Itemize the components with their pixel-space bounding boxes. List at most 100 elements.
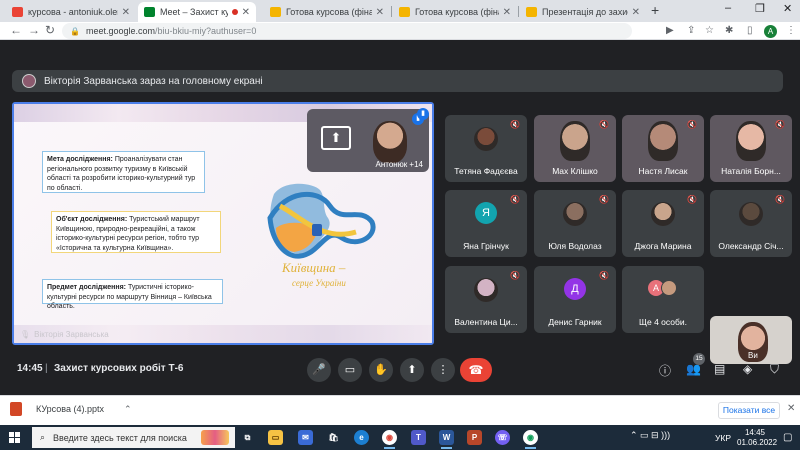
activities-icon[interactable]: ◈ — [743, 362, 752, 376]
avatar — [661, 280, 677, 296]
tab-doc-2[interactable]: Готова курсова (фінальні ✕ — [393, 2, 517, 22]
tab-divider — [391, 6, 392, 17]
restore-button[interactable]: ❐ — [755, 2, 765, 15]
close-icon[interactable]: ✕ — [632, 7, 640, 18]
avatar — [563, 202, 587, 226]
viber-icon[interactable]: ☏ — [495, 430, 510, 445]
input-language[interactable]: УКР — [715, 433, 731, 443]
participant-tile[interactable]: 🔇 Джога Марина — [622, 190, 704, 257]
leave-call-button[interactable]: ☎ — [460, 358, 492, 382]
profile-avatar[interactable]: A — [764, 25, 777, 38]
word-icon[interactable]: W — [439, 430, 454, 449]
participant-tile[interactable]: 🔇 Олександр Січ... — [710, 190, 792, 257]
tab-presentation[interactable]: Презентація до захисту кур ✕ — [520, 2, 646, 22]
participant-tile[interactable]: Д 🔇 Денис Гарник — [534, 266, 616, 333]
close-icon[interactable]: ✕ — [376, 7, 384, 18]
chrome-icon[interactable]: ◉ — [382, 430, 397, 449]
menu-kebab-icon[interactable]: ⋮ — [786, 25, 796, 36]
task-view-icon[interactable]: ⧉ — [240, 430, 255, 445]
participant-name: Валентина Ци... — [454, 317, 518, 327]
share-icon[interactable]: ⇪ — [687, 25, 695, 36]
tab-gmail[interactable]: курсова - antoniuk.olena@ ✕ — [6, 2, 136, 22]
presenter-avatar — [22, 74, 36, 88]
logo-title: Київщина – — [281, 260, 346, 275]
participant-video — [648, 121, 678, 161]
recording-dot-icon — [231, 9, 238, 15]
bookmark-star-icon[interactable]: ☆ — [705, 25, 714, 36]
research-goal-box: Мета дослідження: Проаналізувати стан ре… — [42, 151, 205, 193]
present-screen-icon[interactable]: ⬆ — [321, 126, 351, 150]
close-icon[interactable]: ✕ — [242, 7, 250, 18]
minimize-button[interactable]: – — [725, 2, 731, 14]
camera-indicator-icon[interactable]: ▶ — [666, 25, 674, 36]
reload-icon[interactable]: ↻ — [45, 23, 55, 37]
taskbar-search-input[interactable]: ⌕ Введите здесь текст для поиска — [32, 427, 235, 448]
close-icon[interactable]: ✕ — [503, 7, 511, 18]
close-icon[interactable]: ✕ — [122, 7, 130, 18]
mail-icon[interactable]: ✉ — [298, 430, 313, 445]
download-item[interactable]: КУрсова (4).pptx ⌃ — [10, 402, 132, 416]
powerpoint-icon[interactable]: P — [467, 430, 482, 445]
self-view-tile[interactable]: ⬆ ▮ Антонюк +14 — [307, 109, 429, 172]
participant-name: Тетяна Фадєєва — [454, 166, 518, 176]
search-placeholder: Введите здесь текст для поиска — [53, 432, 187, 443]
chrome-profile-icon[interactable]: ◉ — [523, 430, 538, 449]
chevron-up-icon[interactable]: ⌃ — [124, 404, 132, 415]
meet-call: Вікторія Зарванська зараз на головному е… — [0, 40, 800, 395]
extensions-icon[interactable]: ✱ — [725, 25, 733, 36]
chat-icon[interactable]: ▤ — [714, 362, 725, 376]
presentation-stage[interactable]: Мета дослідження: Проаналізувати стан ре… — [12, 102, 434, 345]
participant-name: Max Клішко — [552, 166, 598, 176]
raise-hand-button[interactable]: ✋ — [369, 358, 393, 382]
tab-doc-1[interactable]: Готова курсова (фінальні ✕ — [264, 2, 390, 22]
windows-taskbar: ⌕ Введите здесь текст для поиска ⧉ ▭ ✉ 🛍… — [0, 425, 800, 450]
tab-title: курсова - antoniuk.olena@ — [28, 7, 118, 17]
store-icon[interactable]: 🛍 — [326, 430, 341, 445]
close-icon[interactable]: ✕ — [787, 403, 795, 414]
tab-meet[interactable]: Meet – Захист курсових ✕ — [138, 2, 256, 22]
participant-tile[interactable]: 🔇 Валентина Ци... — [445, 266, 527, 333]
participant-video — [560, 121, 590, 161]
file-explorer-icon[interactable]: ▭ — [268, 430, 283, 445]
present-now-button[interactable]: ⬆ — [400, 358, 424, 382]
microphone-button[interactable]: 🎤 — [307, 358, 331, 382]
muted-mic-icon: 🔇 — [599, 120, 609, 129]
show-all-downloads-button[interactable]: Показати все — [718, 402, 780, 419]
powerpoint-file-icon — [10, 402, 22, 416]
browser-tab-strip: курсова - antoniuk.olena@ ✕ Meet – Захис… — [0, 0, 800, 22]
participant-tile[interactable]: 🔇 Max Клішко — [534, 115, 616, 182]
search-highlight-image — [201, 430, 229, 445]
logo-subtitle: серце України — [292, 278, 346, 288]
windows-start-icon[interactable] — [9, 432, 20, 443]
camera-button[interactable]: ▭ — [338, 358, 362, 382]
taskbar-clock[interactable]: 14:45 01.06.2022 — [737, 428, 778, 448]
participant-name: Настя Лисак — [638, 166, 688, 176]
more-options-button[interactable]: ⋮ — [431, 358, 455, 382]
participant-tile[interactable]: Я 🔇 Яна Грінчук — [445, 190, 527, 257]
participant-tile[interactable]: 🔇 Настя Лисак — [622, 115, 704, 182]
taskbar-date: 01.06.2022 — [737, 438, 778, 447]
notifications-icon[interactable]: ▢ — [783, 432, 792, 443]
search-icon: ⌕ — [40, 432, 46, 442]
back-arrow-icon[interactable]: ← — [10, 23, 22, 37]
research-subject-box: Предмет дослідження: Туристичні історико… — [42, 279, 223, 310]
edge-icon[interactable]: e — [354, 430, 369, 445]
more-participants-tile[interactable]: A Ще 4 особи. — [622, 266, 704, 333]
muted-mic-icon: 🔇 — [775, 195, 785, 204]
address-bar[interactable]: 🔒 meet.google.com/biu-bkiu-miy?authuser=… — [62, 23, 632, 39]
participant-tile[interactable]: 🔇 Наталія Борн... — [710, 115, 792, 182]
forward-arrow-icon[interactable]: → — [28, 23, 40, 37]
teams-icon[interactable]: T — [411, 430, 426, 445]
side-panel-icon[interactable]: ▯ — [747, 25, 753, 36]
meeting-title: Захист курсових робіт Т-6 — [54, 363, 184, 374]
participant-tile[interactable]: 🔇 Юля Водолаз — [534, 190, 616, 257]
system-tray-icons[interactable]: ⌃ ▭ ⊟ ))) — [630, 430, 670, 441]
more-participants-label: Ще 4 особи. — [639, 317, 687, 327]
new-tab-button[interactable]: + — [651, 2, 659, 18]
participant-tile[interactable]: 🔇 Тетяна Фадєєва — [445, 115, 527, 182]
host-controls-icon[interactable]: ⛉ — [770, 362, 779, 377]
close-window-button[interactable]: ✕ — [783, 2, 792, 15]
avatar: Я — [475, 202, 497, 224]
meeting-details-icon[interactable]: ⓘ — [659, 362, 671, 379]
box-title: Об'єкт дослідження: — [56, 216, 128, 223]
